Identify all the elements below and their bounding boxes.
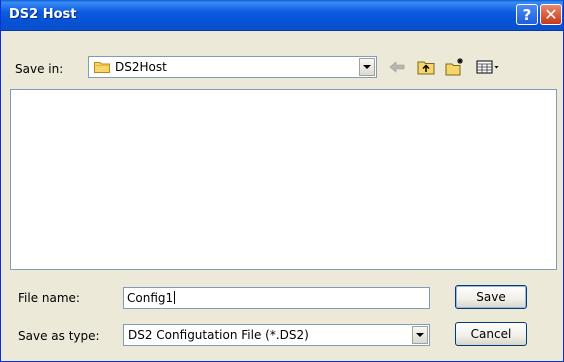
- file-name-value: Config1: [127, 291, 176, 305]
- file-list[interactable]: [10, 89, 557, 270]
- chevron-down-icon: [363, 65, 371, 69]
- back-arrow-icon[interactable]: [387, 57, 407, 77]
- text-caret: [174, 291, 176, 304]
- view-menu-icon[interactable]: [475, 57, 501, 77]
- file-name-label: File name:: [18, 291, 80, 305]
- save-in-label: Save in:: [15, 62, 64, 76]
- help-icon: ?: [522, 5, 532, 24]
- folder-icon: [94, 62, 110, 73]
- window-title: DS2 Host: [9, 7, 77, 22]
- file-name-input[interactable]: Config1: [123, 287, 430, 309]
- save-button[interactable]: Save: [455, 285, 527, 309]
- save-as-type-dropdown[interactable]: DS2 Configutation File (*.DS2): [123, 324, 430, 346]
- save-in-dropdown-button[interactable]: [359, 58, 375, 76]
- file-name-text: Config1: [127, 291, 174, 305]
- help-button[interactable]: ?: [516, 4, 538, 25]
- save-dialog: DS2 Host ? ✕ Save in: DS2Host File name:…: [0, 0, 564, 362]
- chevron-down-icon: [416, 333, 424, 337]
- save-as-type-label: Save as type:: [18, 329, 100, 343]
- close-button[interactable]: ✕: [540, 4, 562, 25]
- close-icon: ✕: [544, 5, 558, 24]
- save-in-dropdown[interactable]: DS2Host: [88, 56, 377, 78]
- save-as-type-dropdown-button[interactable]: [412, 326, 428, 344]
- up-one-level-icon[interactable]: [416, 57, 436, 77]
- create-new-folder-icon[interactable]: [445, 57, 465, 77]
- save-as-type-value: DS2 Configutation File (*.DS2): [128, 328, 309, 342]
- cancel-button[interactable]: Cancel: [455, 322, 527, 346]
- title-bar[interactable]: DS2 Host ? ✕: [1, 0, 563, 31]
- save-in-value: DS2Host: [115, 60, 167, 74]
